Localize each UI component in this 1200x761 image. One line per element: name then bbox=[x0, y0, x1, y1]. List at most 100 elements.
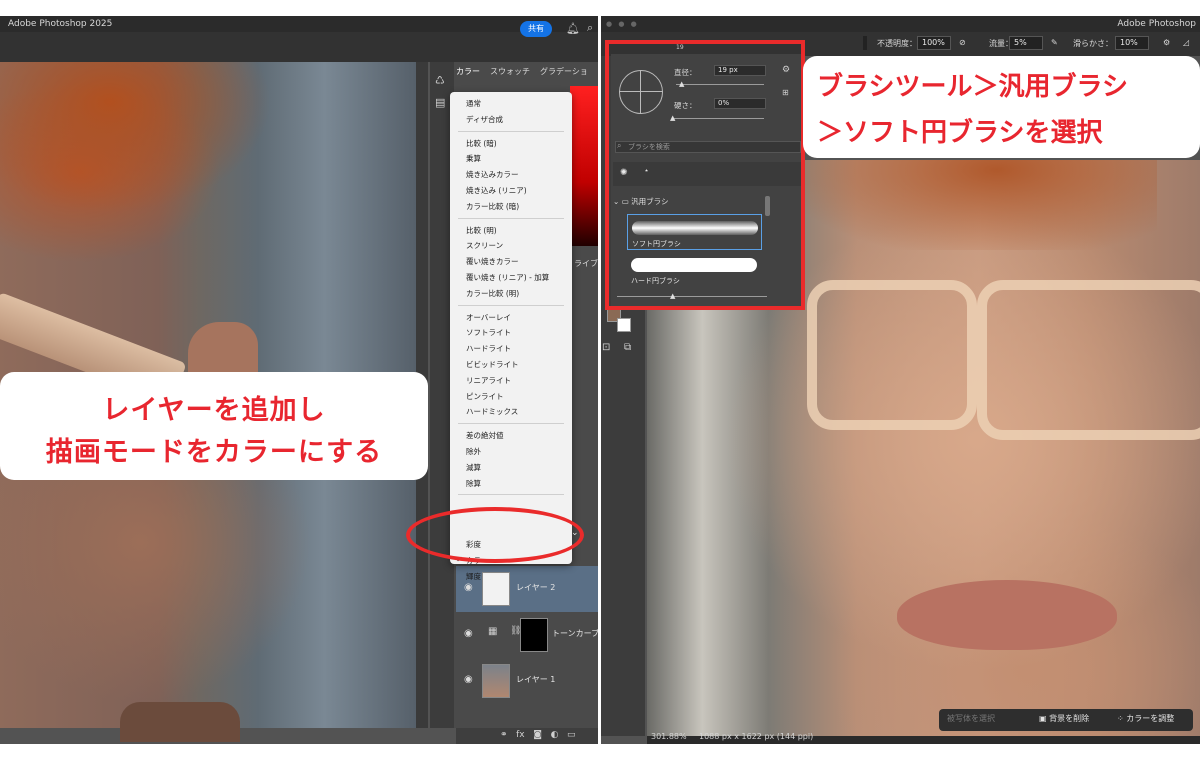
blend-mode-item[interactable]: 覆い焼き (リニア) - 加算 bbox=[466, 272, 549, 283]
adjust-color-label: カラーを調整 bbox=[1126, 714, 1175, 723]
blend-mode-item[interactable]: ハードライト bbox=[466, 343, 511, 354]
smoothing-input[interactable]: 10% bbox=[1115, 36, 1149, 50]
callout-right-line1: ブラシツール＞汎用ブラシ bbox=[817, 72, 1128, 102]
status-bar: 301.88% 1088 px x 1622 px (144 ppi) bbox=[647, 732, 1200, 744]
eye-icon[interactable]: ◉ bbox=[464, 582, 473, 593]
layer-bottom-icons: ⚭ fx ◙ ◐ ▭ bbox=[500, 730, 576, 740]
menu-separator bbox=[458, 423, 564, 425]
callout-right-line2: ＞ソフト円ブラシを選択 bbox=[817, 118, 1103, 148]
mask-icon[interactable]: ◙ bbox=[533, 730, 542, 740]
blend-mode-item[interactable]: カラー比較 (明) bbox=[466, 288, 519, 299]
pressure-opacity-icon[interactable]: ⊘ bbox=[959, 38, 966, 47]
blend-mode-item[interactable]: 除算 bbox=[466, 478, 481, 489]
layer-name: トーンカーブ bbox=[552, 629, 600, 638]
screen-mode-icon[interactable]: ⧉ bbox=[624, 342, 631, 353]
color-panel-tabs: カラー スウォッチ グラデーショ bbox=[456, 66, 598, 84]
folder-icon[interactable]: ▭ bbox=[567, 730, 576, 740]
opacity-input[interactable]: 100% bbox=[917, 36, 951, 50]
callout-left-line1: レイヤーを追加し bbox=[102, 395, 326, 426]
blend-mode-item[interactable]: オーバーレイ bbox=[466, 312, 511, 323]
smoothing-label: 滑らかさ： bbox=[1073, 39, 1113, 48]
layer-thumbnail bbox=[482, 664, 510, 698]
background-color-swatch[interactable] bbox=[617, 318, 631, 332]
adjust-color-button[interactable]: ⁘ カラーを調整 bbox=[1117, 713, 1174, 724]
glasses-lens-right bbox=[977, 280, 1200, 440]
select-subject-button[interactable]: 被写体を選択 bbox=[947, 713, 995, 724]
glasses-lens-left bbox=[807, 280, 977, 430]
comment-icon[interactable]: ▤ bbox=[435, 96, 445, 109]
blend-mode-item[interactable]: 焼き込みカラー bbox=[466, 169, 519, 180]
left-app-title: Adobe Photoshop 2025 bbox=[8, 19, 113, 29]
blend-mode-menu[interactable]: 通常ディザ合成比較 (暗) 乗算焼き込みカラー 焼き込み (リニア) カラー比較 (暗… bbox=[450, 92, 572, 581]
blend-mode-item[interactable]: スクリーン bbox=[466, 240, 503, 251]
quick-mask-icon[interactable]: ⊡ bbox=[602, 342, 610, 353]
blend-mode-item[interactable]: 焼き込み (リニア) bbox=[466, 185, 527, 196]
fx-icon[interactable]: fx bbox=[516, 730, 525, 740]
blend-mode-item[interactable]: 比較 (明) bbox=[466, 225, 497, 236]
color-icon: ⁘ bbox=[1117, 714, 1124, 723]
blend-mode-item[interactable]: 通常 bbox=[466, 98, 481, 109]
layer-mask-thumbnail bbox=[520, 618, 548, 652]
bell-icon[interactable]: 🔔︎ bbox=[566, 22, 580, 35]
hair bbox=[797, 160, 1157, 250]
callout-left: レイヤーを追加し 描画モードをカラーにする bbox=[0, 372, 428, 480]
layer-name: レイヤー 1 bbox=[516, 675, 556, 684]
layer-name: レイヤー 2 bbox=[516, 583, 556, 592]
right-titlebar: Adobe Photoshop bbox=[601, 16, 1200, 32]
blend-mode-item[interactable]: 除外 bbox=[466, 446, 481, 457]
blend-mode-item[interactable]: ビビッドライト bbox=[466, 359, 519, 370]
blend-mode-item[interactable]: 乗算 bbox=[466, 153, 481, 164]
tab-swatches[interactable]: スウォッチ bbox=[490, 66, 530, 77]
curves-icon: ▦ bbox=[488, 626, 498, 637]
left-options-bar bbox=[0, 32, 598, 62]
menu-separator bbox=[458, 217, 564, 219]
highlight-rectangle bbox=[605, 40, 805, 310]
opacity-label: 不透明度： bbox=[877, 39, 917, 48]
blend-mode-item[interactable]: 覆い焼きカラー bbox=[466, 256, 519, 267]
menu-separator bbox=[458, 304, 564, 306]
gear-icon[interactable]: ⚙ bbox=[1163, 38, 1170, 47]
remove-background-button[interactable]: ▣ 背景を削除 bbox=[1039, 713, 1089, 724]
menu-separator bbox=[458, 494, 564, 496]
blend-mode-item[interactable]: 差の絶対値 bbox=[466, 430, 504, 441]
tab-color[interactable]: カラー bbox=[456, 66, 480, 77]
callout-left-line2: 描画モードをカラーにする bbox=[45, 437, 383, 468]
blend-mode-item[interactable]: ソフトライト bbox=[466, 327, 511, 338]
color-field[interactable] bbox=[570, 86, 598, 246]
blend-mode-item[interactable]: ハードミックス bbox=[466, 406, 518, 417]
window-controls[interactable]: ● ● ● bbox=[606, 20, 639, 28]
remove-background-label: 背景を削除 bbox=[1049, 714, 1090, 723]
menu-separator bbox=[458, 130, 564, 132]
image-icon: ▣ bbox=[1039, 714, 1047, 723]
blend-mode-item[interactable]: 減算 bbox=[466, 462, 481, 473]
hair bbox=[0, 62, 270, 212]
layer-thumbnail bbox=[482, 572, 510, 606]
blend-mode-item[interactable]: カラー比較 (暗) bbox=[466, 201, 519, 212]
airbrush-icon[interactable]: ✎ bbox=[1051, 38, 1058, 47]
tab-libraries[interactable]: ライブ bbox=[574, 258, 598, 269]
tab-gradients[interactable]: グラデーショ bbox=[540, 66, 588, 77]
blend-mode-item[interactable]: 輝度 bbox=[466, 571, 481, 582]
callout-right: ブラシツール＞汎用ブラシ ＞ソフト円ブラシを選択 bbox=[803, 56, 1200, 158]
blend-mode-item[interactable]: リニアライト bbox=[466, 375, 511, 386]
adjustment-icon[interactable]: ◐ bbox=[551, 730, 559, 740]
search-icon[interactable]: ⌕ bbox=[587, 21, 593, 35]
document-info[interactable]: 1088 px x 1622 px (144 ppi) bbox=[699, 732, 813, 741]
eye-icon[interactable]: ◉ bbox=[464, 674, 473, 685]
contextual-task-bar: 被写体を選択 ▣ 背景を削除 ⁘ カラーを調整 bbox=[939, 709, 1193, 731]
shirt bbox=[120, 702, 240, 742]
blend-mode-item[interactable]: 比較 (暗) bbox=[466, 138, 497, 149]
eye-icon[interactable]: ◉ bbox=[464, 628, 473, 639]
link-layers-icon[interactable]: ⚭ bbox=[500, 730, 508, 740]
flow-input[interactable]: 5% bbox=[1009, 36, 1043, 50]
layer-row-curves[interactable]: ◉ ▦ ⛓ トーンカーブ bbox=[456, 614, 600, 656]
blend-mode-item[interactable]: ピンライト bbox=[466, 391, 504, 402]
lips bbox=[897, 580, 1117, 650]
history-icon[interactable]: ♺ bbox=[435, 74, 445, 87]
share-button[interactable]: 共有 bbox=[520, 21, 552, 37]
layer-row-layer1[interactable]: ◉ レイヤー 1 bbox=[456, 660, 598, 702]
angle-icon[interactable]: ◿ bbox=[1183, 38, 1189, 47]
right-app-title: Adobe Photoshop bbox=[1117, 19, 1196, 29]
blend-mode-item[interactable]: ディザ合成 bbox=[466, 114, 503, 125]
zoom-level[interactable]: 301.88% bbox=[651, 732, 687, 741]
